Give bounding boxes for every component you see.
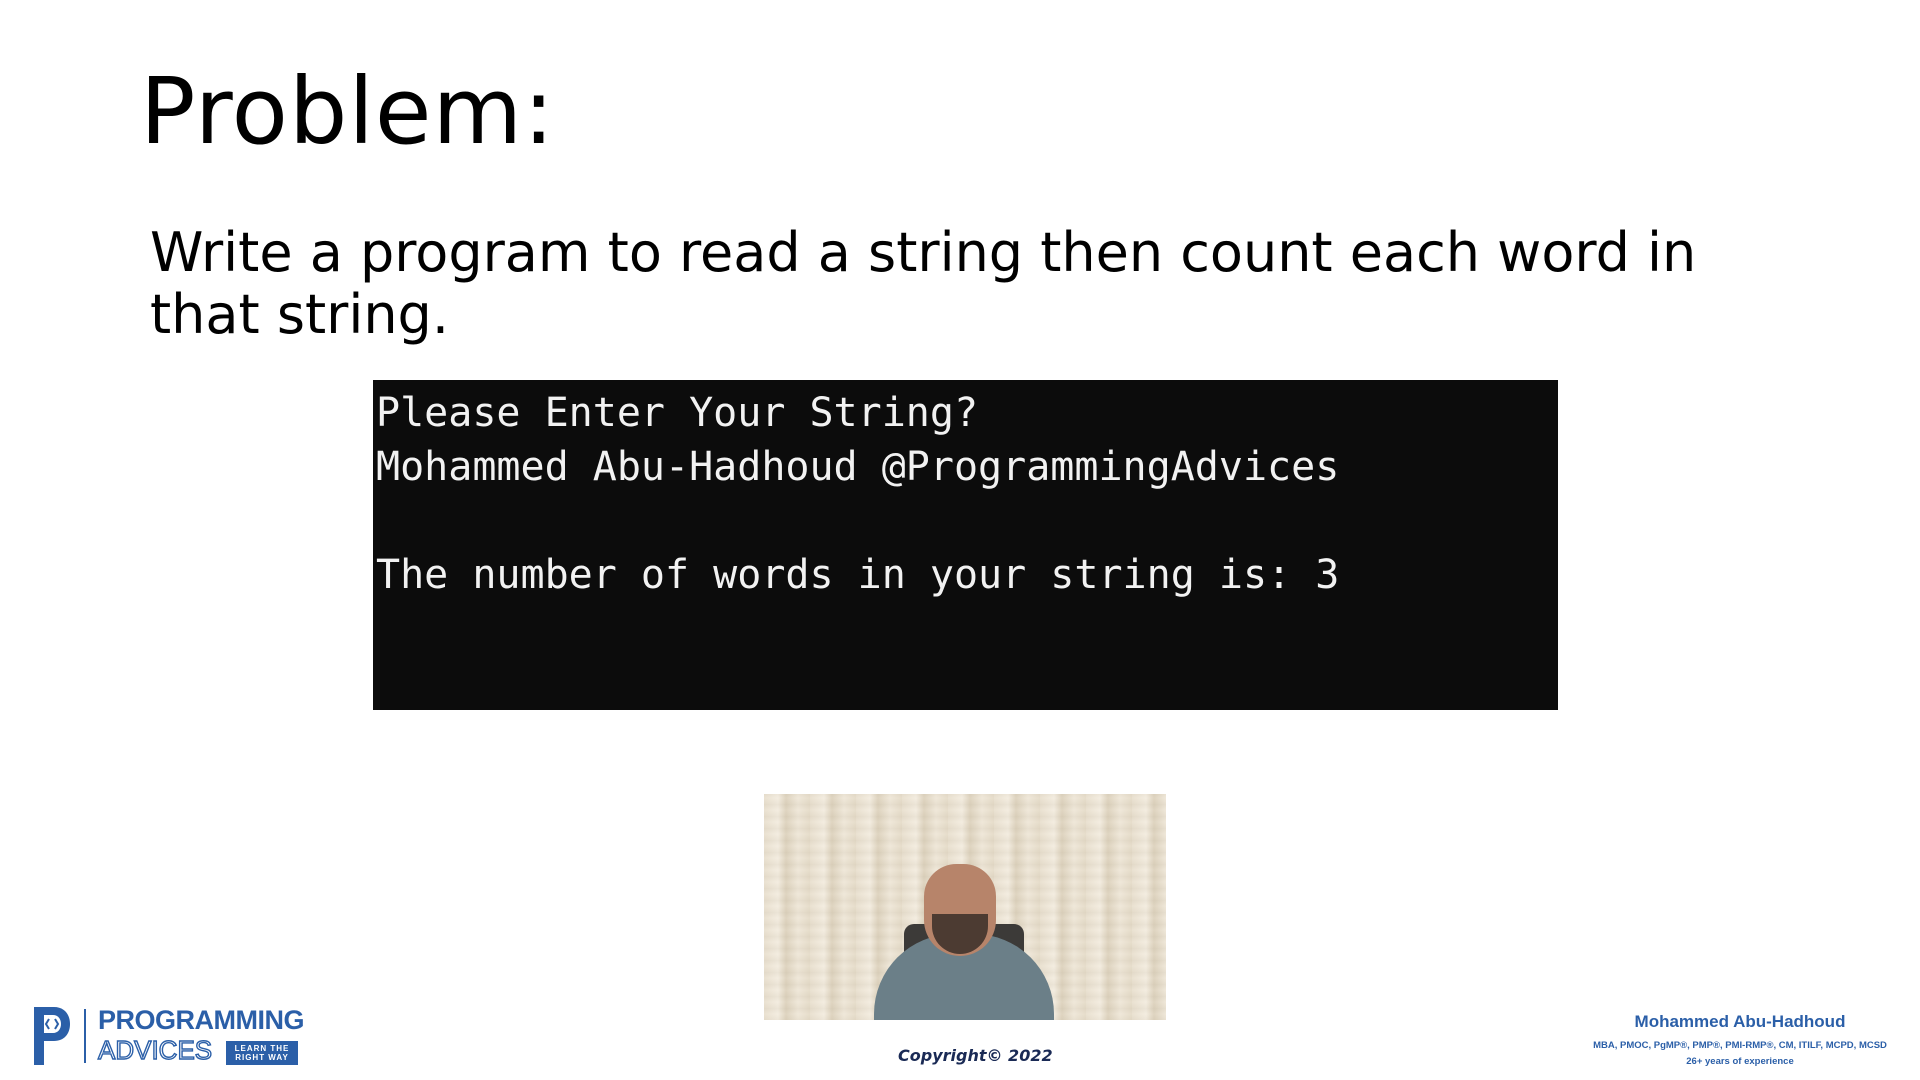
author-experience: 26+ years of experience [1686,1056,1794,1067]
logo-word-programming: PROGRAMMING [98,1005,305,1035]
author-credentials: MBA, PMOC, PgMP®, PMP®, PMI-RMP®, CM, IT… [1593,1040,1887,1051]
problem-statement: Write a program to read a string then co… [150,221,1697,346]
logo-tagline-line2: RIGHT WAY [235,1053,289,1062]
copyright-notice: Copyright© 2022 [898,1046,1053,1065]
slide-title: Problem: [140,58,556,165]
logo-separator [84,1009,86,1063]
presenter-video [764,794,1166,1020]
author-name: Mohammed Abu-Hadhoud [1634,1012,1846,1031]
p-code-logo-icon [34,1007,70,1065]
author-info: Mohammed Abu-Hadhoud MBA, PMOC, PgMP®, P… [1570,1012,1910,1067]
console-line-prompt: Please Enter Your String? [376,390,979,436]
console-output-window: Please Enter Your String? Mohammed Abu-H… [373,380,1558,710]
console-line-input: Mohammed Abu-Hadhoud @ProgrammingAdvices [376,444,1340,490]
console-line-result: The number of words in your string is: 3 [376,552,1340,598]
programming-advices-logo: PROGRAMMING ADVICES LEARN THE RIGHT WAY [30,1005,330,1067]
logo-tagline-line1: LEARN THE [234,1044,290,1053]
logo-tagline: LEARN THE RIGHT WAY [226,1041,298,1065]
logo-word-advices: ADVICES [97,1034,213,1065]
